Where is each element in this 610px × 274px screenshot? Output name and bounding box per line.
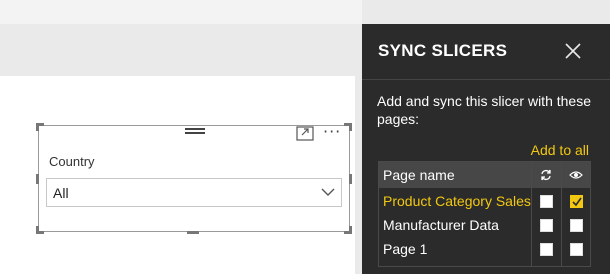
resize-handle-bottom-right-v[interactable] bbox=[349, 226, 352, 234]
sync-table: Page name Product Category Sales Manufact… bbox=[378, 161, 591, 267]
more-options-icon[interactable]: ··· bbox=[323, 124, 341, 140]
visible-checkbox[interactable] bbox=[570, 243, 583, 256]
chevron-down-icon bbox=[321, 188, 335, 196]
resize-handle-top-right-v[interactable] bbox=[349, 123, 352, 131]
close-icon[interactable] bbox=[564, 42, 582, 60]
sync-checkbox[interactable] bbox=[540, 243, 553, 256]
resize-handle-bottom-middle[interactable] bbox=[187, 231, 199, 234]
page-name-cell: Page 1 bbox=[383, 241, 428, 257]
focus-mode-icon[interactable] bbox=[296, 126, 314, 141]
table-row[interactable]: Product Category Sales bbox=[379, 190, 590, 214]
table-row[interactable]: Page 1 bbox=[379, 238, 590, 262]
table-header: Page name bbox=[379, 162, 590, 188]
pane-description: Add and sync this slicer with these page… bbox=[377, 93, 591, 127]
slicer-field-label: Country bbox=[49, 154, 95, 169]
sync-checkbox[interactable] bbox=[540, 219, 553, 232]
resize-handle-bottom-left-v[interactable] bbox=[36, 226, 39, 234]
eye-icon bbox=[569, 171, 583, 179]
table-row[interactable]: Manufacturer Data bbox=[379, 214, 590, 238]
slicer-dropdown[interactable]: All bbox=[46, 178, 342, 207]
header-page-name: Page name bbox=[383, 167, 455, 183]
pane-divider bbox=[362, 79, 610, 80]
sync-icon bbox=[541, 169, 551, 181]
slicer-selected-value: All bbox=[53, 185, 69, 201]
sync-checkbox[interactable] bbox=[540, 195, 553, 208]
resize-handle-top-left-v[interactable] bbox=[36, 123, 39, 131]
resize-handle-left-middle[interactable] bbox=[36, 174, 39, 184]
visible-checkbox[interactable] bbox=[570, 195, 583, 208]
page-name-cell: Product Category Sales bbox=[383, 193, 531, 209]
sync-slicers-pane: SYNC SLICERS Add and sync this slicer wi… bbox=[362, 24, 610, 274]
top-toolbar-strip bbox=[0, 0, 362, 24]
pane-title: SYNC SLICERS bbox=[378, 41, 508, 60]
page-name-cell: Manufacturer Data bbox=[383, 217, 499, 233]
drag-grip-icon[interactable] bbox=[185, 128, 205, 137]
visible-checkbox[interactable] bbox=[570, 219, 583, 232]
add-to-all-link[interactable]: Add to all bbox=[531, 142, 589, 158]
resize-handle-right-middle[interactable] bbox=[349, 174, 352, 184]
